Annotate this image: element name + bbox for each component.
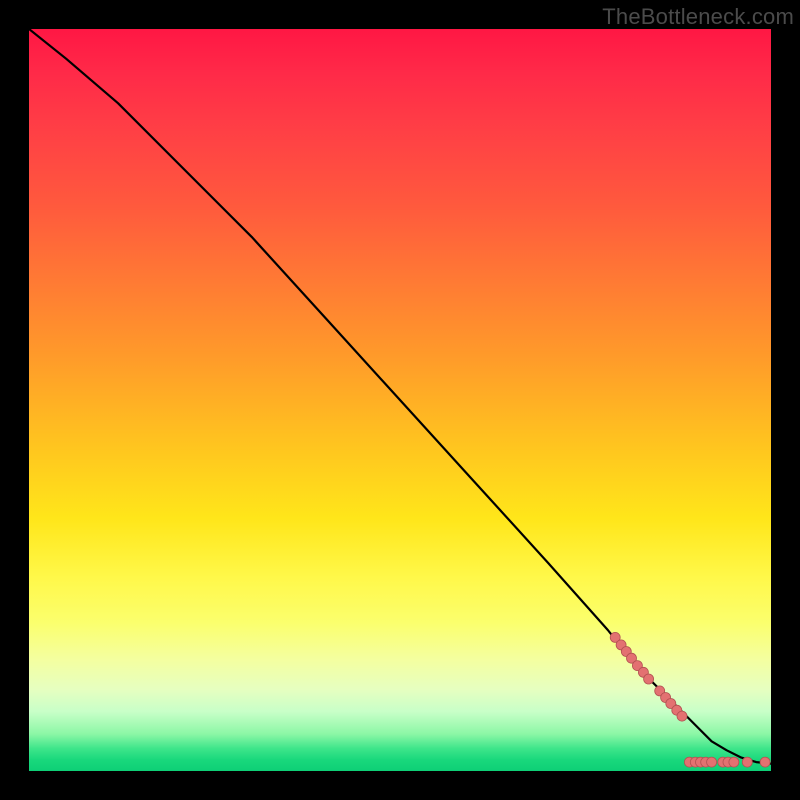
watermark-text: TheBottleneck.com xyxy=(602,4,794,30)
plot-area xyxy=(29,29,771,771)
bottleneck-curve xyxy=(29,29,771,764)
overlay-svg xyxy=(29,29,771,771)
data-point xyxy=(760,757,770,767)
chart-stage: TheBottleneck.com xyxy=(0,0,800,800)
data-point xyxy=(729,757,739,767)
data-point xyxy=(707,757,717,767)
data-point xyxy=(742,757,752,767)
scatter-points xyxy=(610,632,770,767)
data-point xyxy=(644,674,654,684)
data-point xyxy=(677,711,687,721)
